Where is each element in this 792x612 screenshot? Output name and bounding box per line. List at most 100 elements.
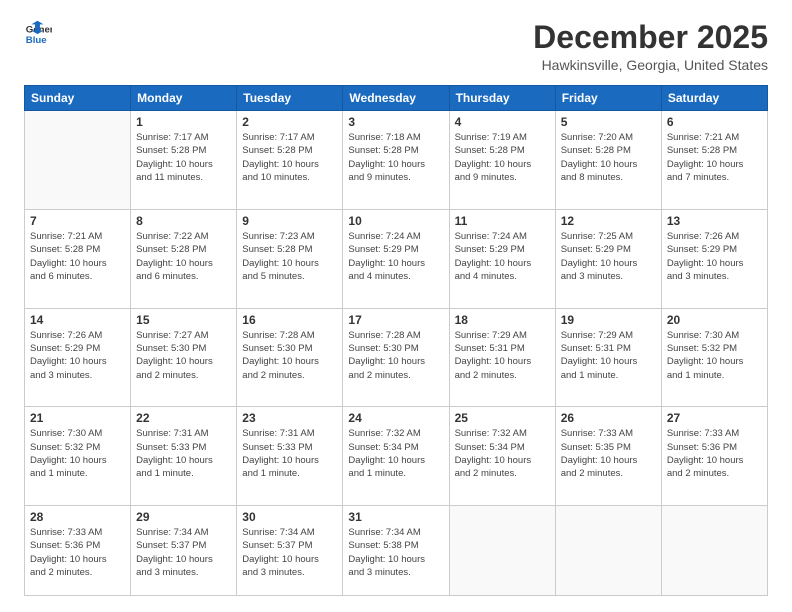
day-info: Sunrise: 7:24 AM Sunset: 5:29 PM Dayligh…	[348, 230, 443, 283]
day-number: 13	[667, 214, 762, 228]
table-row: 9 Sunrise: 7:23 AM Sunset: 5:28 PM Daylig…	[237, 209, 343, 308]
table-row: 19 Sunrise: 7:29 AM Sunset: 5:31 PM Dayli…	[555, 308, 661, 407]
day-number: 26	[561, 411, 656, 425]
day-info: Sunrise: 7:33 AM Sunset: 5:35 PM Dayligh…	[561, 427, 656, 480]
table-row	[25, 111, 131, 210]
day-number: 1	[136, 115, 231, 129]
day-number: 28	[30, 510, 125, 524]
day-info: Sunrise: 7:29 AM Sunset: 5:31 PM Dayligh…	[455, 329, 550, 382]
table-row	[661, 506, 767, 596]
table-row: 24 Sunrise: 7:32 AM Sunset: 5:34 PM Dayli…	[343, 407, 449, 506]
day-number: 12	[561, 214, 656, 228]
day-info: Sunrise: 7:17 AM Sunset: 5:28 PM Dayligh…	[242, 131, 337, 184]
table-row: 17Sunrise: 7:28 AM Sunset: 5:30 PM Dayli…	[343, 308, 449, 407]
day-number: 22	[136, 411, 231, 425]
day-info: Sunrise: 7:25 AM Sunset: 5:29 PM Dayligh…	[561, 230, 656, 283]
page: General Blue December 2025 Hawkinsville,…	[0, 0, 792, 612]
table-row: 25 Sunrise: 7:32 AM Sunset: 5:34 PM Dayli…	[449, 407, 555, 506]
table-row: 5 Sunrise: 7:20 AM Sunset: 5:28 PM Daylig…	[555, 111, 661, 210]
day-number: 25	[455, 411, 550, 425]
table-row: 1Sunrise: 7:17 AM Sunset: 5:28 PM Daylig…	[131, 111, 237, 210]
table-row: 30 Sunrise: 7:34 AM Sunset: 5:37 PM Dayli…	[237, 506, 343, 596]
day-info: Sunrise: 7:34 AM Sunset: 5:37 PM Dayligh…	[242, 526, 337, 579]
table-row: 7 Sunrise: 7:21 AM Sunset: 5:28 PM Daylig…	[25, 209, 131, 308]
day-number: 20	[667, 313, 762, 327]
table-row: 14 Sunrise: 7:26 AM Sunset: 5:29 PM Dayli…	[25, 308, 131, 407]
day-number: 2	[242, 115, 337, 129]
table-row: 28 Sunrise: 7:33 AM Sunset: 5:36 PM Dayli…	[25, 506, 131, 596]
table-row: 6 Sunrise: 7:21 AM Sunset: 5:28 PM Daylig…	[661, 111, 767, 210]
location-title: Hawkinsville, Georgia, United States	[533, 57, 768, 73]
table-row: 15Sunrise: 7:27 AM Sunset: 5:30 PM Dayli…	[131, 308, 237, 407]
logo: General Blue	[24, 20, 52, 48]
col-thursday: Thursday	[449, 86, 555, 111]
day-info: Sunrise: 7:32 AM Sunset: 5:34 PM Dayligh…	[348, 427, 443, 480]
table-row: 31 Sunrise: 7:34 AM Sunset: 5:38 PM Dayli…	[343, 506, 449, 596]
day-number: 21	[30, 411, 125, 425]
day-info: Sunrise: 7:34 AM Sunset: 5:37 PM Dayligh…	[136, 526, 231, 579]
day-number: 8	[136, 214, 231, 228]
table-row: 27 Sunrise: 7:33 AM Sunset: 5:36 PM Dayli…	[661, 407, 767, 506]
day-info: Sunrise: 7:24 AM Sunset: 5:29 PM Dayligh…	[455, 230, 550, 283]
day-info: Sunrise: 7:33 AM Sunset: 5:36 PM Dayligh…	[30, 526, 125, 579]
day-info: Sunrise: 7:28 AM Sunset: 5:30 PM Dayligh…	[242, 329, 337, 382]
col-saturday: Saturday	[661, 86, 767, 111]
day-number: 27	[667, 411, 762, 425]
table-row: 29 Sunrise: 7:34 AM Sunset: 5:37 PM Dayli…	[131, 506, 237, 596]
day-number: 18	[455, 313, 550, 327]
day-number: 15	[136, 313, 231, 327]
table-row: 18 Sunrise: 7:29 AM Sunset: 5:31 PM Dayli…	[449, 308, 555, 407]
calendar: Sunday Monday Tuesday Wednesday Thursday…	[24, 85, 768, 596]
day-info: Sunrise: 7:31 AM Sunset: 5:33 PM Dayligh…	[242, 427, 337, 480]
day-info: Sunrise: 7:21 AM Sunset: 5:28 PM Dayligh…	[30, 230, 125, 283]
table-row: 12 Sunrise: 7:25 AM Sunset: 5:29 PM Dayli…	[555, 209, 661, 308]
col-friday: Friday	[555, 86, 661, 111]
day-info: Sunrise: 7:20 AM Sunset: 5:28 PM Dayligh…	[561, 131, 656, 184]
day-number: 7	[30, 214, 125, 228]
day-number: 10	[348, 214, 443, 228]
day-number: 31	[348, 510, 443, 524]
month-title: December 2025	[533, 20, 768, 55]
col-wednesday: Wednesday	[343, 86, 449, 111]
table-row: 23 Sunrise: 7:31 AM Sunset: 5:33 PM Dayli…	[237, 407, 343, 506]
day-number: 11	[455, 214, 550, 228]
day-number: 9	[242, 214, 337, 228]
day-info: Sunrise: 7:19 AM Sunset: 5:28 PM Dayligh…	[455, 131, 550, 184]
table-row: 4 Sunrise: 7:19 AM Sunset: 5:28 PM Daylig…	[449, 111, 555, 210]
day-info: Sunrise: 7:29 AM Sunset: 5:31 PM Dayligh…	[561, 329, 656, 382]
day-number: 17	[348, 313, 443, 327]
table-row: 20Sunrise: 7:30 AM Sunset: 5:32 PM Dayli…	[661, 308, 767, 407]
day-number: 23	[242, 411, 337, 425]
day-info: Sunrise: 7:21 AM Sunset: 5:28 PM Dayligh…	[667, 131, 762, 184]
table-row: 10 Sunrise: 7:24 AM Sunset: 5:29 PM Dayli…	[343, 209, 449, 308]
table-row: 13Sunrise: 7:26 AM Sunset: 5:29 PM Dayli…	[661, 209, 767, 308]
day-info: Sunrise: 7:33 AM Sunset: 5:36 PM Dayligh…	[667, 427, 762, 480]
day-number: 14	[30, 313, 125, 327]
day-info: Sunrise: 7:26 AM Sunset: 5:29 PM Dayligh…	[30, 329, 125, 382]
day-info: Sunrise: 7:22 AM Sunset: 5:28 PM Dayligh…	[136, 230, 231, 283]
day-number: 30	[242, 510, 337, 524]
day-number: 3	[348, 115, 443, 129]
day-number: 16	[242, 313, 337, 327]
day-number: 19	[561, 313, 656, 327]
day-info: Sunrise: 7:34 AM Sunset: 5:38 PM Dayligh…	[348, 526, 443, 579]
header: General Blue December 2025 Hawkinsville,…	[24, 20, 768, 73]
calendar-header-row: Sunday Monday Tuesday Wednesday Thursday…	[25, 86, 768, 111]
day-number: 5	[561, 115, 656, 129]
table-row: 8 Sunrise: 7:22 AM Sunset: 5:28 PM Daylig…	[131, 209, 237, 308]
day-info: Sunrise: 7:30 AM Sunset: 5:32 PM Dayligh…	[30, 427, 125, 480]
table-row: 16 Sunrise: 7:28 AM Sunset: 5:30 PM Dayli…	[237, 308, 343, 407]
col-sunday: Sunday	[25, 86, 131, 111]
table-row: 26 Sunrise: 7:33 AM Sunset: 5:35 PM Dayli…	[555, 407, 661, 506]
day-number: 29	[136, 510, 231, 524]
day-info: Sunrise: 7:23 AM Sunset: 5:28 PM Dayligh…	[242, 230, 337, 283]
day-info: Sunrise: 7:32 AM Sunset: 5:34 PM Dayligh…	[455, 427, 550, 480]
day-info: Sunrise: 7:31 AM Sunset: 5:33 PM Dayligh…	[136, 427, 231, 480]
table-row: 21 Sunrise: 7:30 AM Sunset: 5:32 PM Dayli…	[25, 407, 131, 506]
svg-text:Blue: Blue	[26, 35, 47, 46]
day-number: 24	[348, 411, 443, 425]
day-info: Sunrise: 7:18 AM Sunset: 5:28 PM Dayligh…	[348, 131, 443, 184]
day-number: 4	[455, 115, 550, 129]
table-row: 3 Sunrise: 7:18 AM Sunset: 5:28 PM Daylig…	[343, 111, 449, 210]
day-number: 6	[667, 115, 762, 129]
